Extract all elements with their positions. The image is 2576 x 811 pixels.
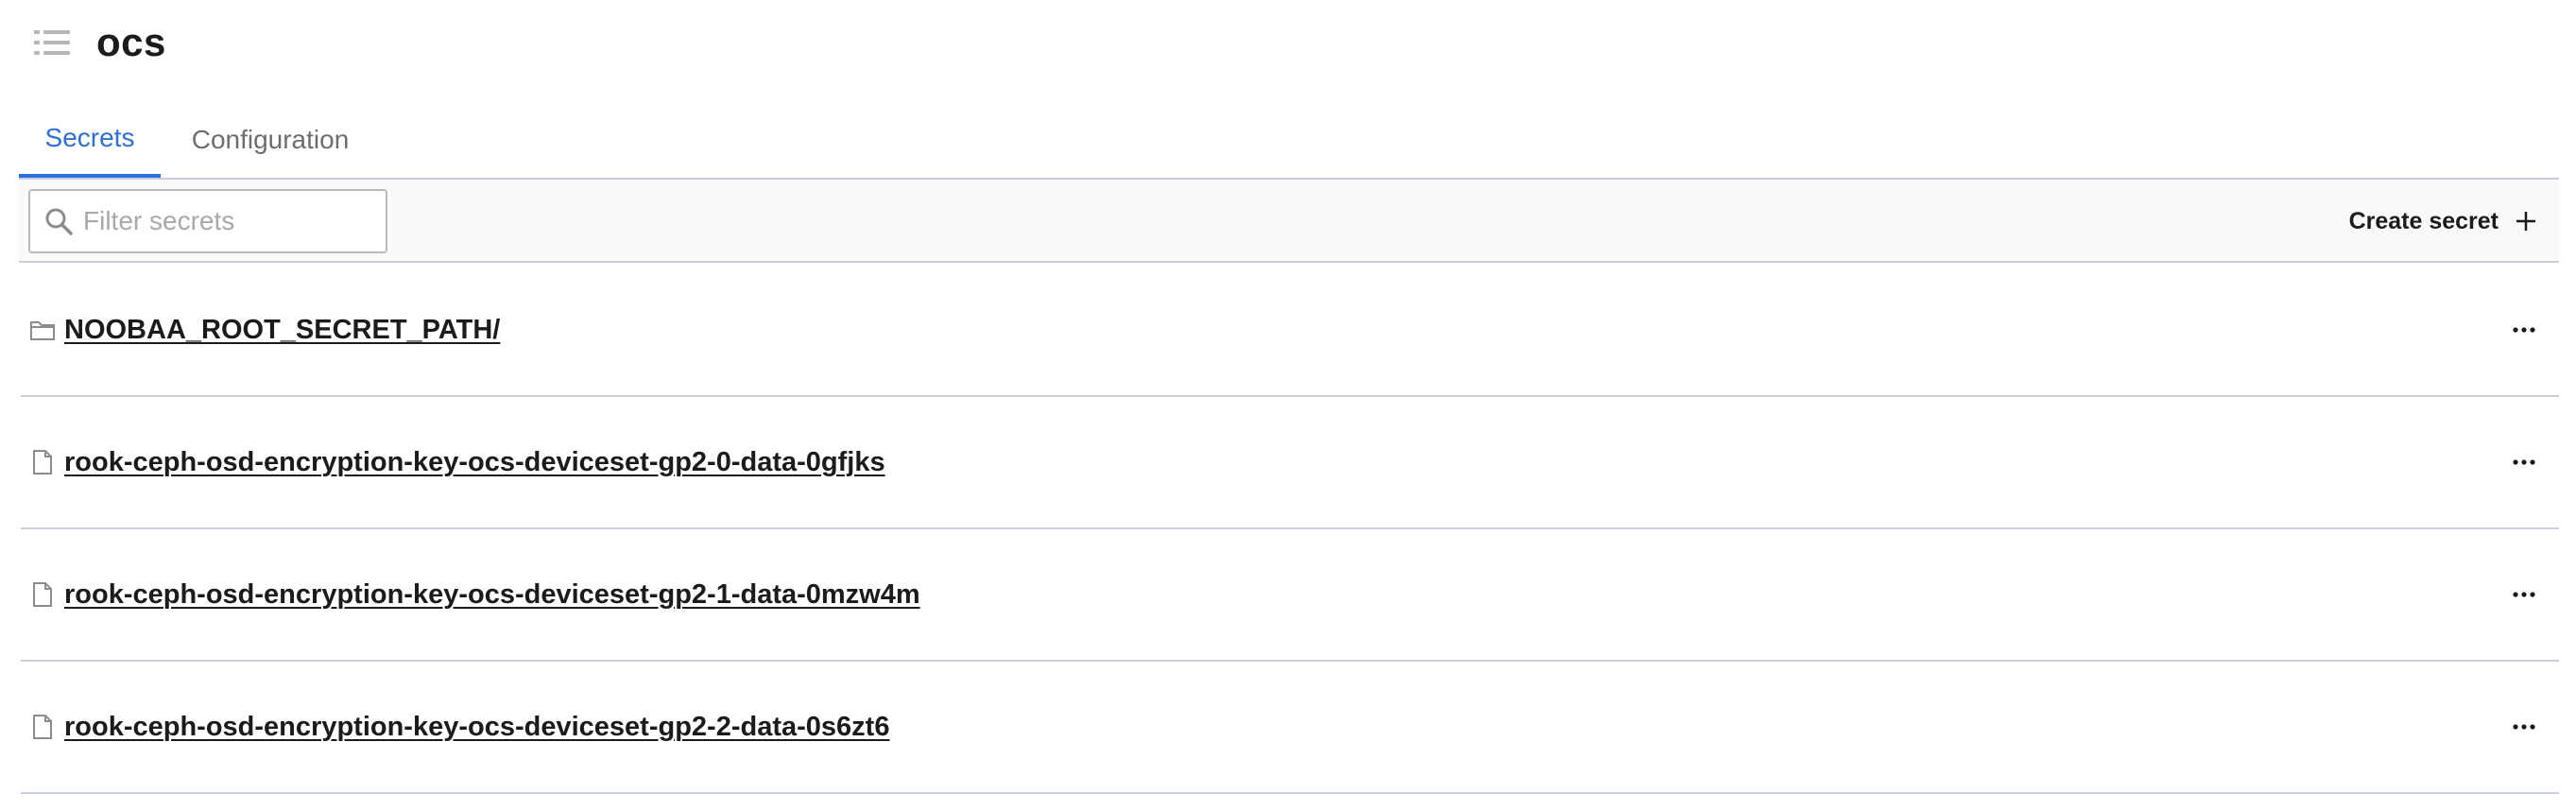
page-title: ocs [96,20,166,64]
folder-icon [28,316,57,344]
list-item: rook-ceph-osd-encryption-key-ocs-devices… [21,529,2559,662]
kebab-menu-icon[interactable] [2510,713,2538,741]
plus-icon [2516,211,2536,232]
file-icon [28,448,57,476]
secret-link[interactable]: rook-ceph-osd-encryption-key-ocs-devices… [64,579,920,611]
tab-configuration[interactable]: Configuration [161,102,380,178]
kebab-menu-icon[interactable] [2510,316,2538,344]
list-item: rook-ceph-osd-encryption-key-ocs-devices… [21,397,2559,529]
list-item: NOOBAA_ROOT_SECRET_PATH/ [21,265,2559,397]
toolbar: Create secret [19,180,2559,263]
search-icon [43,204,74,238]
create-secret-button[interactable]: Create secret [2349,180,2536,263]
create-secret-label: Create secret [2348,207,2499,234]
page-header: ocs [34,13,166,72]
secret-link[interactable]: rook-ceph-osd-encryption-key-ocs-devices… [64,447,885,478]
list-item: rook-ceph-osd-encryption-key-ocs-devices… [21,662,2559,794]
file-icon [28,713,57,741]
kebab-menu-icon[interactable] [2510,448,2538,476]
search-field[interactable] [28,189,426,253]
search-input[interactable] [81,190,426,252]
file-icon [28,580,57,609]
list-icon[interactable] [34,28,72,57]
tab-bar: Secrets Configuration [19,102,2559,180]
tab-secrets[interactable]: Secrets [19,102,161,178]
kebab-menu-icon[interactable] [2510,580,2538,609]
secret-link[interactable]: rook-ceph-osd-encryption-key-ocs-devices… [64,712,889,743]
secret-link[interactable]: NOOBAA_ROOT_SECRET_PATH/ [64,315,500,346]
